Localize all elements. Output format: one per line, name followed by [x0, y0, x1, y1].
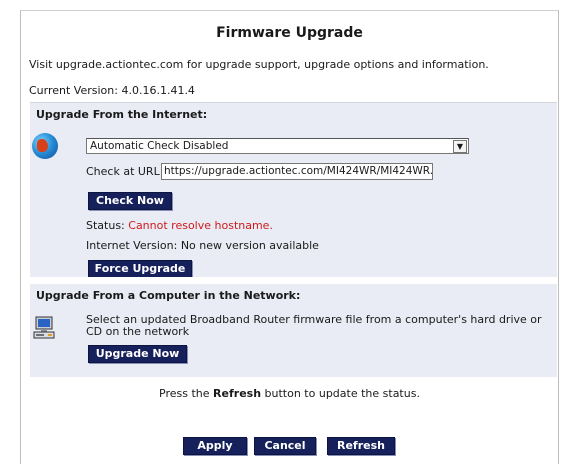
refresh-hint-prefix: Press the: [159, 387, 210, 400]
globe-icon: [32, 133, 58, 159]
firmware-upgrade-frame: Firmware Upgrade Visit upgrade.actiontec…: [20, 10, 559, 464]
computer-upgrade-description-line2: CD on the network: [86, 325, 190, 338]
current-version-text: Current Version: 4.0.16.1.41.4: [29, 84, 195, 97]
page-title: Firmware Upgrade: [216, 25, 363, 41]
status-value: Cannot resolve hostname.: [128, 219, 273, 232]
check-url-input[interactable]: https://upgrade.actiontec.com/MI424WR/MI…: [161, 163, 433, 180]
computer-upgrade-panel: Upgrade From a Computer in the Network: …: [30, 284, 557, 377]
force-upgrade-button[interactable]: Force Upgrade: [88, 260, 192, 278]
apply-button[interactable]: Apply: [183, 437, 247, 455]
computer-upgrade-heading: Upgrade From a Computer in the Network:: [36, 289, 301, 302]
refresh-hint-keyword: Refresh: [213, 387, 262, 400]
panel-separator: [30, 277, 557, 283]
upgrade-now-button[interactable]: Upgrade Now: [88, 345, 187, 363]
check-mode-value: Automatic Check Disabled: [90, 140, 229, 152]
cancel-button[interactable]: Cancel: [254, 437, 316, 455]
status-label: Status:: [86, 219, 125, 232]
computer-network-icon: [33, 316, 55, 339]
dropdown-arrow-icon[interactable]: ▼: [453, 140, 467, 153]
check-url-label: Check at URL: [86, 165, 160, 178]
refresh-hint: Press the Refresh button to update the s…: [21, 387, 558, 400]
visit-info-text: Visit upgrade.actiontec.com for upgrade …: [29, 58, 489, 71]
refresh-hint-suffix: button to update the status.: [264, 387, 420, 400]
check-mode-select[interactable]: Automatic Check Disabled ▼: [86, 138, 469, 154]
internet-upgrade-panel: Upgrade From the Internet: Automatic Che…: [30, 102, 557, 278]
internet-version-text: Internet Version: No new version availab…: [86, 239, 319, 252]
internet-upgrade-heading: Upgrade From the Internet:: [36, 108, 208, 121]
status-line: Status: Cannot resolve hostname.: [86, 219, 273, 232]
check-now-button[interactable]: Check Now: [88, 192, 172, 210]
refresh-button[interactable]: Refresh: [327, 437, 395, 455]
